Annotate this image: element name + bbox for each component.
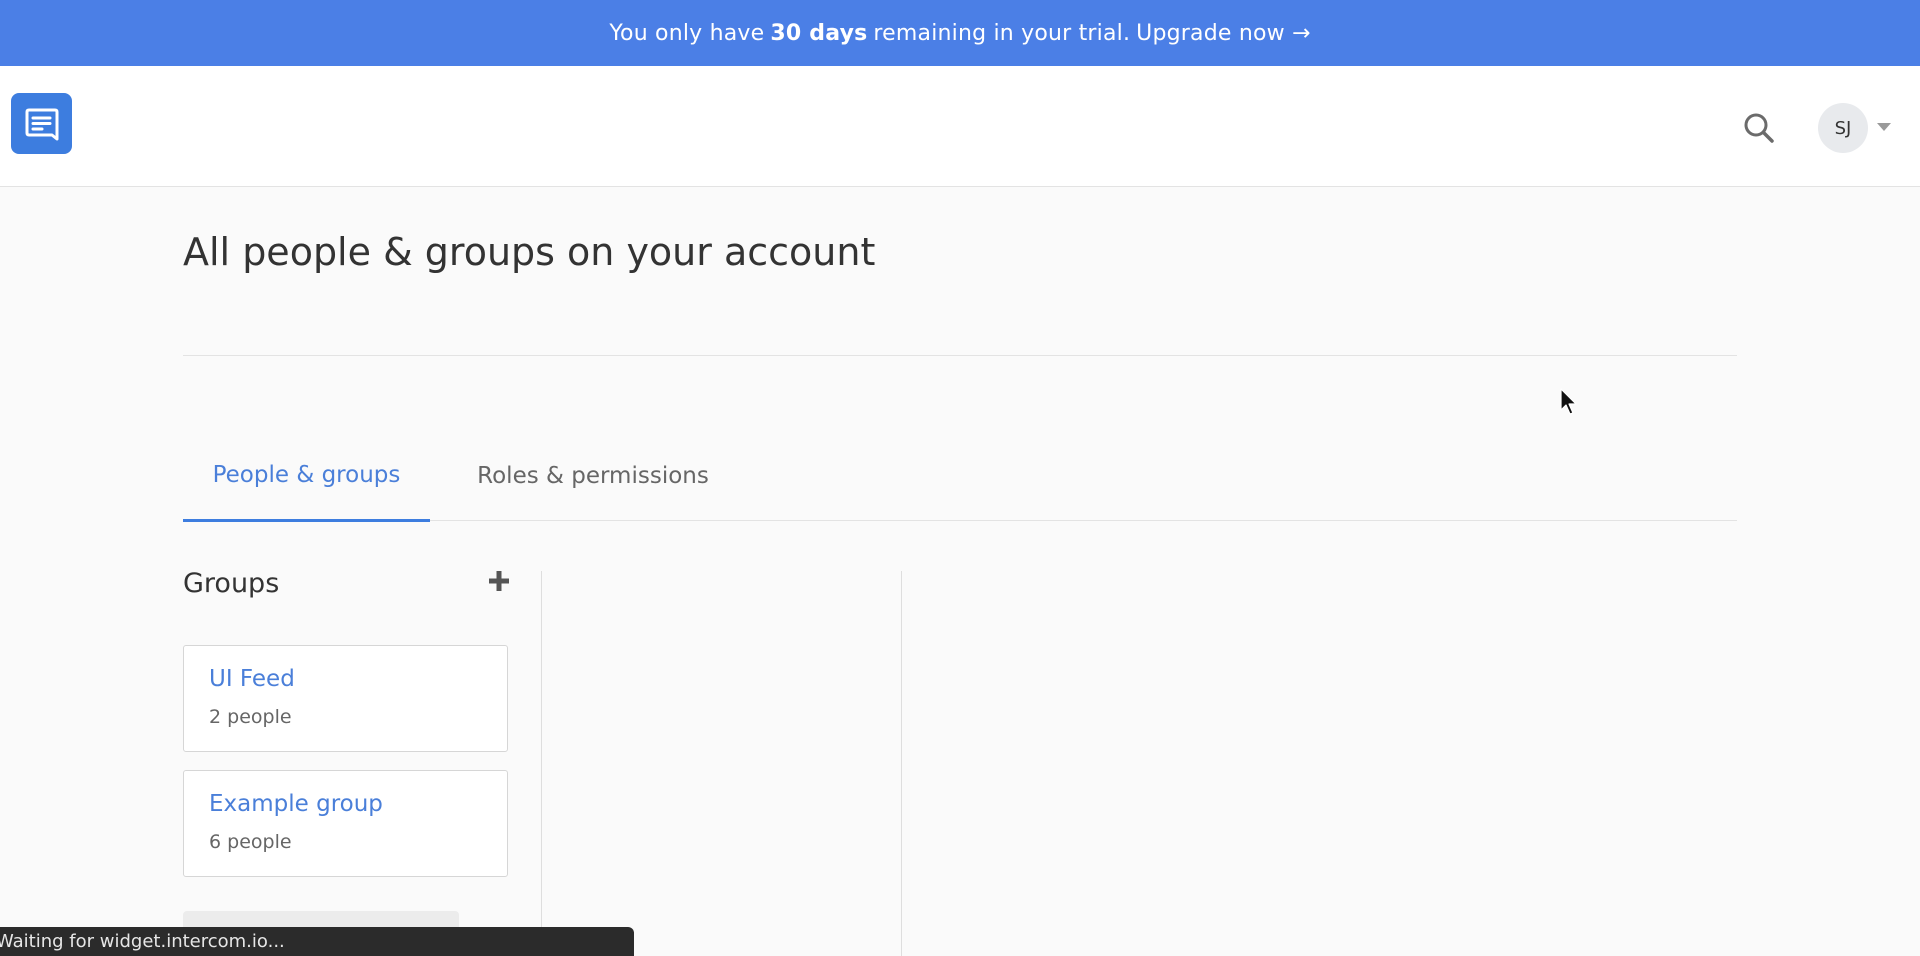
group-card-example-group[interactable]: Example group 6 people xyxy=(183,770,508,877)
banner-days: 30 days xyxy=(770,20,868,46)
column-divider xyxy=(901,571,902,956)
group-name[interactable]: UI Feed xyxy=(209,666,482,692)
group-member-count: 2 people xyxy=(209,706,292,728)
upgrade-now-link[interactable]: Upgrade now → xyxy=(1136,21,1310,46)
app-logo[interactable] xyxy=(11,93,72,154)
caret-down-icon[interactable] xyxy=(1876,121,1892,133)
banner-suffix: remaining in your trial. xyxy=(873,20,1131,46)
tab-roles-and-permissions[interactable]: Roles & permissions xyxy=(468,430,718,521)
plus-icon[interactable] xyxy=(488,570,510,592)
page-title: All people & groups on your account xyxy=(183,230,876,274)
column-divider xyxy=(541,571,542,956)
group-name[interactable]: Example group xyxy=(209,791,482,817)
browser-status-bar: Waiting for widget.intercom.io... xyxy=(0,927,634,956)
chat-bubble-icon xyxy=(25,108,58,140)
user-avatar[interactable]: SJ xyxy=(1818,103,1868,153)
tab-people-and-groups[interactable]: People & groups xyxy=(183,430,430,522)
mouse-cursor-icon xyxy=(1560,388,1577,415)
tab-bar: People & groups Roles & permissions xyxy=(183,430,1737,522)
trial-banner[interactable]: You only have 30 days remaining in your … xyxy=(0,0,1920,66)
groups-heading: Groups xyxy=(183,568,280,599)
group-member-count: 6 people xyxy=(209,831,292,853)
title-divider xyxy=(183,355,1737,356)
avatar-initials: SJ xyxy=(1834,117,1852,139)
search-icon[interactable] xyxy=(1742,111,1776,145)
banner-prefix: You only have xyxy=(609,20,765,46)
status-text: Waiting for widget.intercom.io... xyxy=(0,931,285,952)
top-header: SJ xyxy=(0,66,1920,187)
group-card-ui-feed[interactable]: UI Feed 2 people xyxy=(183,645,508,752)
